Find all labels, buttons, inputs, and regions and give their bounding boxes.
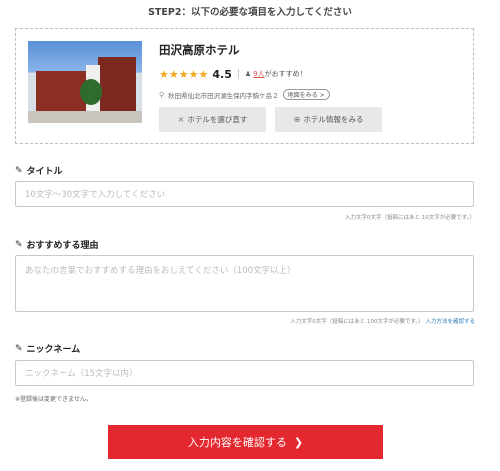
hotel-name: 田沢高原ホテル [159, 43, 240, 57]
star-icon: ★ [168, 67, 179, 81]
reason-textarea[interactable]: あなたの言葉でおすすめする理由をおしえてください（100文字以上） [15, 255, 474, 312]
pencil-icon: ✎ [15, 239, 23, 250]
step-title: STEP2：以下の必要な項目を入力してください [148, 7, 352, 18]
title-label-text: タイトル [26, 167, 63, 177]
hotel-photo [28, 41, 142, 123]
star-icon: ★ [188, 67, 199, 81]
reason-placeholder: あなたの言葉でおすすめする理由をおしえてください（100文字以上） [25, 266, 296, 276]
star-icon: ★ [198, 67, 209, 81]
star-icon: ★ [159, 67, 169, 81]
confirm-label: 入力内容を確認する [187, 436, 287, 449]
chevron-right-icon: ❯ [293, 435, 304, 449]
recommend-number[interactable]: 9人 [253, 69, 264, 79]
reason-char-count: 入力文字0文字（投稿にはあと 100文字が必要です。） 入力方法を確認する [290, 317, 475, 325]
hotel-info-label: ホテル情報をみる [303, 115, 364, 124]
reason-hint-text: 入力文字0文字（投稿にはあと 100文字が必要です。） [290, 319, 424, 325]
close-icon: × [177, 115, 185, 124]
reason-label-text: おすすめする理由 [26, 241, 99, 251]
recommend-suffix: がおすすめ！ [264, 70, 307, 78]
hotel-address: 秋田県仙北市田沢湖生保内字駒ケ岳２ [168, 91, 279, 100]
location-pin-icon: ⚲ [159, 90, 165, 99]
recommend-count: ♟ 9人 がおすすめ！ [245, 69, 307, 79]
nickname-input[interactable]: ニックネーム（15文字以内） [15, 360, 474, 386]
title-placeholder: 10文字〜30文字で入力してください [25, 190, 166, 200]
pencil-icon: ✎ [15, 165, 23, 176]
nickname-label: ✎ ニックネーム [15, 342, 81, 356]
divider [237, 69, 239, 79]
title-input[interactable]: 10文字〜30文字で入力してください [15, 181, 474, 207]
nickname-label-text: ニックネーム [26, 345, 81, 355]
nickname-note: ※登録後は変更できません。 [15, 396, 92, 403]
input-method-link[interactable]: 入力方法を確認する [425, 319, 475, 325]
reselect-hotel-button[interactable]: × ホテルを選び直す [159, 107, 266, 132]
title-char-count: 入力文字0文字（投稿にはあと 10文字が必要です。） [345, 215, 475, 221]
info-circle-icon: ⊕ [293, 115, 301, 124]
hotel-card: 田沢高原ホテル ★ ★ ★ ★ ★ 4.5 ♟ 9人 がおすすめ！ ⚲ 秋田県仙… [15, 28, 474, 144]
rating-score: 4.5 [212, 67, 232, 81]
reason-label: ✎ おすすめする理由 [15, 238, 99, 252]
confirm-button[interactable]: 入力内容を確認する ❯ [108, 425, 383, 459]
title-label: ✎ タイトル [15, 164, 63, 178]
map-link-label: 地図をみる [287, 92, 318, 99]
rating-row: ★ ★ ★ ★ ★ 4.5 ♟ 9人 がおすすめ！ [159, 67, 307, 81]
person-icon: ♟ [244, 70, 252, 78]
map-link[interactable]: 地図をみる > [282, 89, 330, 100]
address-row: ⚲ 秋田県仙北市田沢湖生保内字駒ケ岳２ 地図をみる > [159, 89, 330, 100]
hotel-info-button[interactable]: ⊕ ホテル情報をみる [275, 107, 382, 132]
pencil-icon: ✎ [15, 343, 23, 354]
reselect-label: ホテルを選び直す [187, 115, 248, 124]
star-rating: ★ ★ ★ ★ ★ [159, 69, 208, 80]
star-icon: ★ [178, 67, 189, 81]
nickname-placeholder: ニックネーム（15文字以内） [25, 369, 138, 379]
